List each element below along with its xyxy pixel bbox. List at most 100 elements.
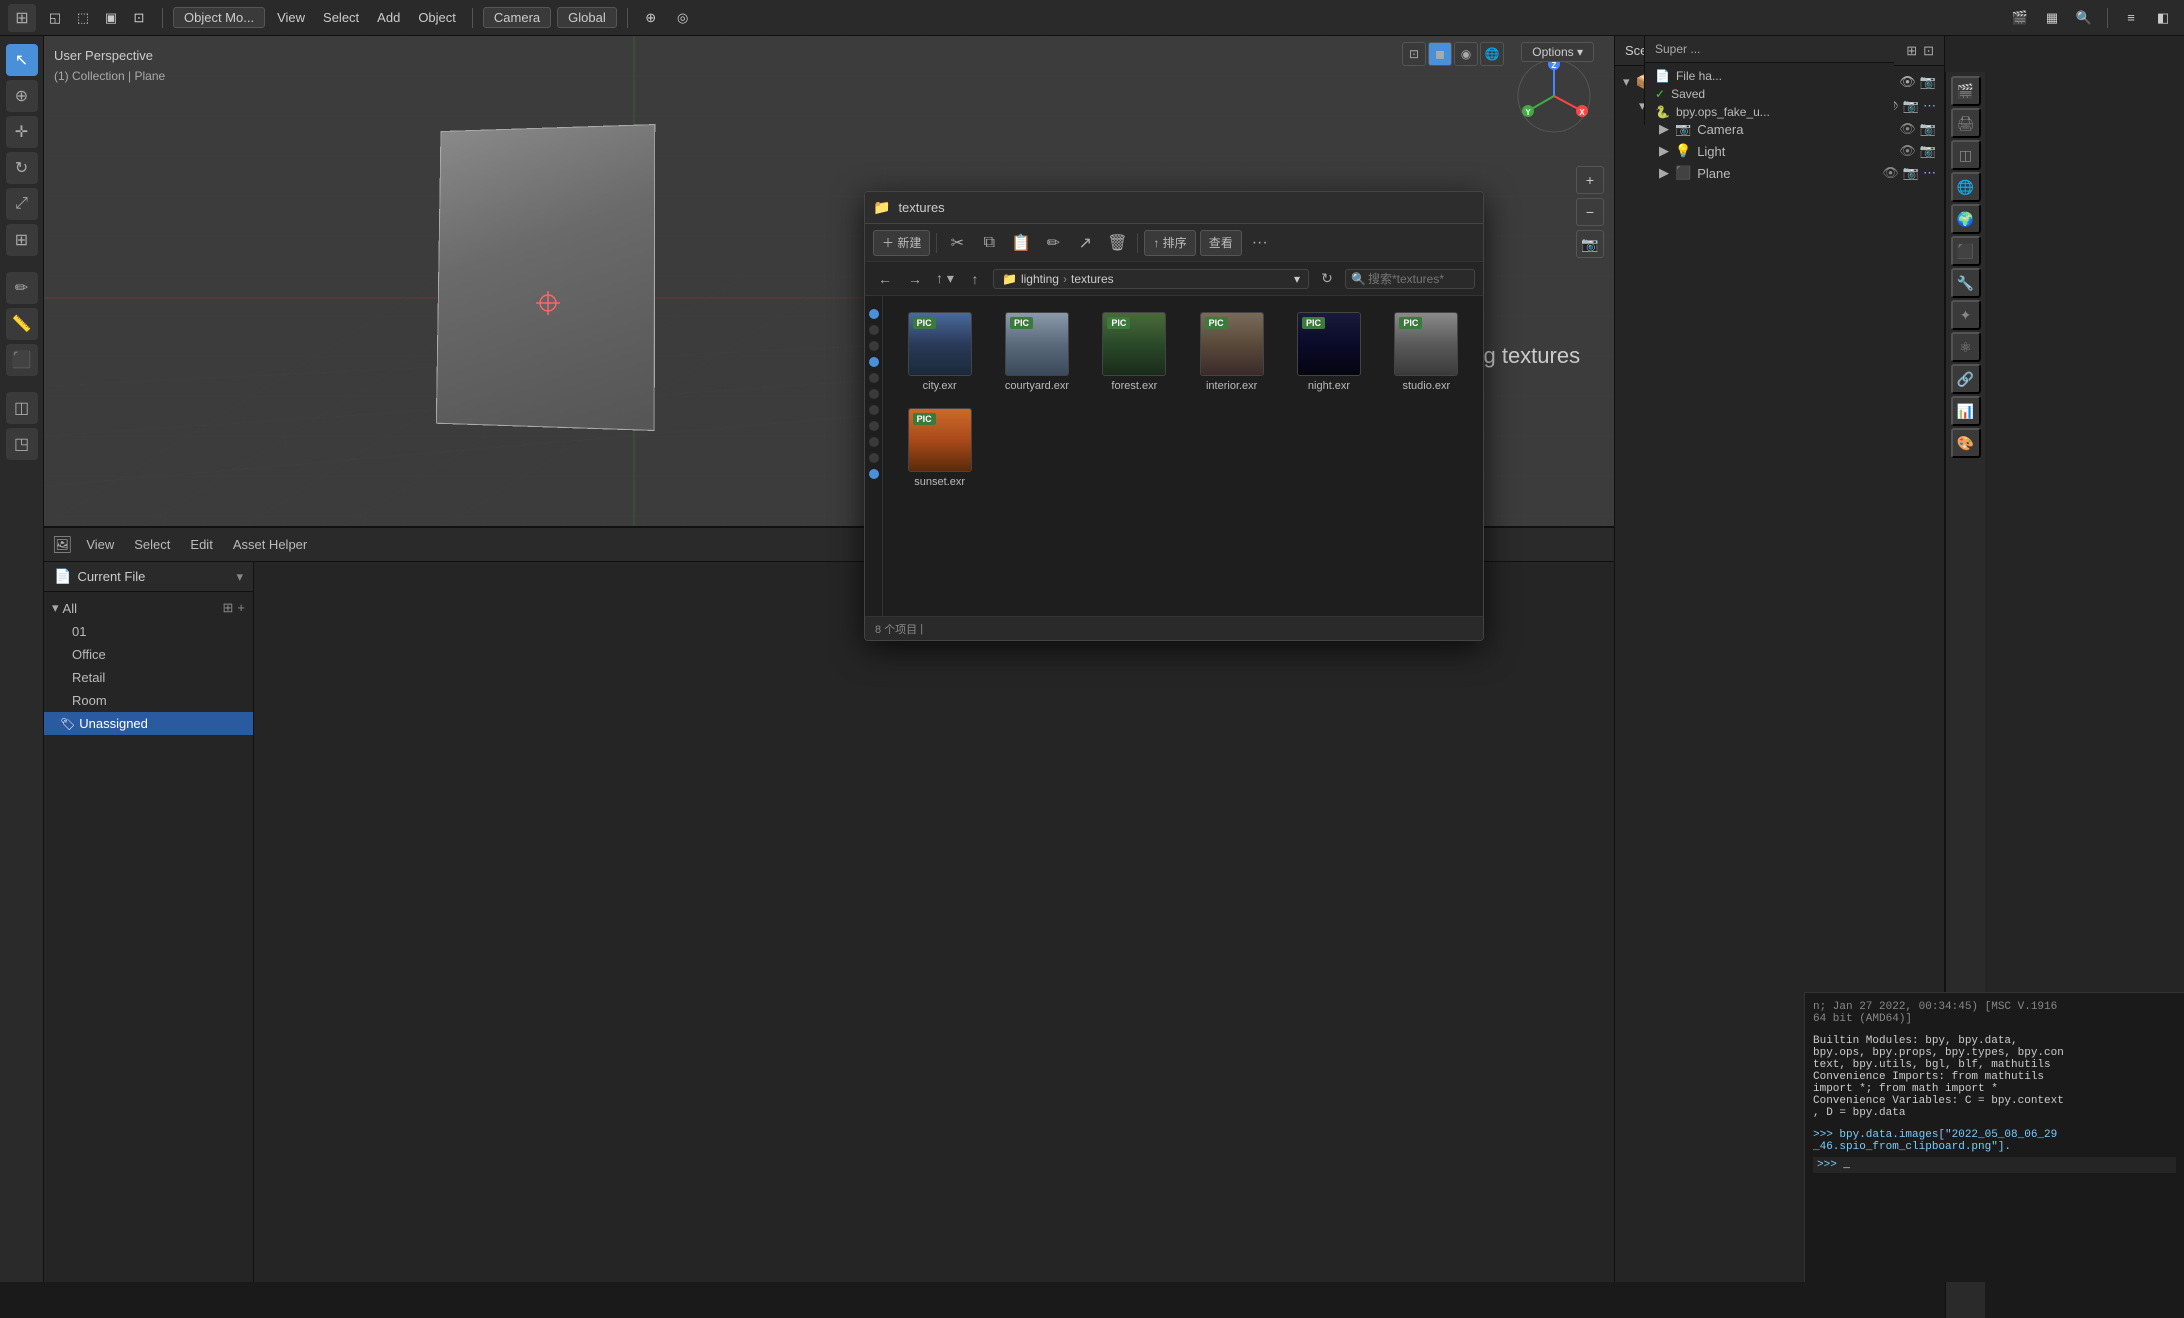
fm-more-btn[interactable]: ··· — [1246, 229, 1274, 257]
select-tool[interactable]: ↖ — [6, 44, 38, 76]
wireframe-btn[interactable]: ⊡ — [1402, 42, 1426, 66]
axis-gizmo[interactable]: Z X Y — [1514, 56, 1594, 136]
fm-forward-btn[interactable]: → — [903, 267, 927, 291]
file-studio[interactable]: PIC studio.exr — [1382, 308, 1471, 396]
eye-icon[interactable]: 👁 — [1899, 74, 1916, 90]
fm-view-btn[interactable]: 查看 — [1200, 230, 1242, 256]
proportional-icon[interactable]: ◎ — [670, 5, 696, 31]
material-btn[interactable]: ◉ — [1454, 42, 1478, 66]
file-city[interactable]: PIC city.exr — [895, 308, 984, 396]
fm-parent-up-btn[interactable]: ↑ — [963, 267, 987, 291]
transform-tool[interactable]: ⊞ — [6, 224, 38, 256]
icon-btn-2[interactable]: ⬚ — [70, 5, 96, 31]
viewport-options-btn[interactable]: Options ▾ — [1521, 42, 1594, 62]
object-menu[interactable]: Object — [412, 8, 462, 27]
camera-dropdown[interactable]: Camera — [483, 7, 551, 28]
move-tool[interactable]: ✛ — [6, 116, 38, 148]
file-sunset[interactable]: PIC sunset.exr — [895, 404, 984, 492]
particles-icon[interactable]: ✦ — [1951, 300, 1981, 330]
obj-props-icon[interactable]: ⬛ — [1951, 236, 1981, 266]
zoom-in-btn[interactable]: + — [1576, 166, 1604, 194]
output-props-icon[interactable]: 🖨 — [1951, 108, 1981, 138]
select-btn[interactable]: Select — [128, 535, 176, 554]
render-preview-btn[interactable]: 🌐 — [1480, 42, 1504, 66]
view-layer-icon[interactable]: ◫ — [1951, 140, 1981, 170]
select-menu[interactable]: Select — [317, 8, 365, 27]
camera-view-btn[interactable]: 📷 — [1576, 230, 1604, 258]
fm-back-btn[interactable]: ← — [873, 267, 897, 291]
fm-copy-icon[interactable]: ⧉ — [975, 229, 1003, 257]
fm-delete-icon[interactable]: 🗑 — [1103, 229, 1131, 257]
zoom-out-btn[interactable]: − — [1576, 198, 1604, 226]
edit-btn[interactable]: Edit — [184, 535, 218, 554]
fm-up-btn[interactable]: ↑ ▾ — [933, 267, 957, 291]
tree-expand-icon[interactable]: ⊞ — [223, 600, 234, 616]
file-interior[interactable]: PIC interior.exr — [1187, 308, 1276, 396]
console-input[interactable]: >>> _ — [1813, 1157, 2176, 1173]
solid-btn active[interactable]: ◼ — [1428, 42, 1452, 66]
file-courtyard[interactable]: PIC courtyard.exr — [992, 308, 1081, 396]
scene-props-icon[interactable]: 🌐 — [1951, 172, 1981, 202]
fm-rename-icon[interactable]: ✏ — [1039, 229, 1067, 257]
filter-icon[interactable]: ⊞ — [1906, 43, 1917, 59]
scale-tool[interactable]: ⤢ — [6, 188, 38, 220]
cam-icon[interactable]: 📷 — [1920, 74, 1936, 90]
icon-btn-3[interactable]: ▣ — [98, 5, 124, 31]
view-btn[interactable]: View — [80, 535, 120, 554]
tree-item-unassigned[interactable]: 🏷 Unassigned — [44, 712, 253, 735]
icon-btn-1[interactable]: ◱ — [42, 5, 68, 31]
extrude-tool[interactable]: ◫ — [6, 392, 38, 424]
path-dropdown-icon[interactable]: ▾ — [1294, 272, 1300, 286]
cam-eye[interactable]: 👁 — [1899, 121, 1916, 137]
snap-icon[interactable]: ⊕ — [638, 5, 664, 31]
tree-add-icon[interactable]: + — [237, 600, 245, 616]
light-cam[interactable]: 📷 — [1920, 143, 1936, 159]
sort-icon[interactable]: ⊡ — [1923, 43, 1934, 59]
measure-tool[interactable]: 📏 — [6, 308, 38, 340]
view-menu[interactable]: View — [271, 8, 311, 27]
light-eye[interactable]: 👁 — [1899, 143, 1916, 159]
cursor-tool[interactable]: ⊕ — [6, 80, 38, 112]
physics-icon[interactable]: ⚛ — [1951, 332, 1981, 362]
tree-item-01[interactable]: 01 — [44, 620, 253, 643]
file-night[interactable]: PIC night.exr — [1284, 308, 1373, 396]
file-forest[interactable]: PIC forest.exr — [1090, 308, 1179, 396]
plane-cam[interactable]: 📷 — [1903, 165, 1919, 181]
annotate-tool[interactable]: ✏ — [6, 272, 38, 304]
mode-dropdown[interactable]: Object Mo... — [173, 7, 265, 28]
tree-item-retail[interactable]: Retail — [44, 666, 253, 689]
right-panel-1[interactable]: ≡ — [2118, 5, 2144, 31]
world-props-icon[interactable]: 🌍 — [1951, 204, 1981, 234]
modifier-props-icon[interactable]: 🔧 — [1951, 268, 1981, 298]
render-icon[interactable]: 🎬 — [2007, 5, 2033, 31]
constraints-icon[interactable]: 🔗 — [1951, 364, 1981, 394]
add-cube-tool[interactable]: ⬛ — [6, 344, 38, 376]
fm-cut-icon[interactable]: ✂ — [943, 229, 971, 257]
add-menu[interactable]: Add — [371, 8, 406, 27]
inset-tool[interactable]: ◳ — [6, 428, 38, 460]
search-icon[interactable]: 🔍 — [2071, 5, 2097, 31]
render-props-icon[interactable]: 🎬 — [1951, 76, 1981, 106]
col-cam[interactable]: 📷 — [1903, 98, 1919, 114]
tree-item-office[interactable]: Office — [44, 643, 253, 666]
cam-cam2[interactable]: 📷 — [1920, 121, 1936, 137]
data-props-icon[interactable]: 📊 — [1951, 396, 1981, 426]
plane-eye[interactable]: 👁 — [1882, 165, 1899, 181]
global-dropdown[interactable]: Global — [557, 7, 617, 28]
icon-btn-4[interactable]: ⊡ — [126, 5, 152, 31]
options-btn[interactable]: Options ▾ — [1521, 42, 1594, 62]
fm-share-icon[interactable]: ↗ — [1071, 229, 1099, 257]
rotate-tool[interactable]: ↻ — [6, 152, 38, 184]
plane-dots[interactable]: ⋯ — [1923, 165, 1936, 181]
material-props-icon[interactable]: 🎨 — [1951, 428, 1981, 458]
tree-item-room[interactable]: Room — [44, 689, 253, 712]
tree-all[interactable]: ▾ All ⊞ + — [44, 596, 253, 620]
fm-new-btn[interactable]: ＋ 新建 — [873, 230, 930, 256]
editor-type-icon[interactable]: ▦ — [2039, 5, 2065, 31]
current-file-dropdown[interactable]: ▾ — [236, 569, 243, 585]
fm-refresh-btn[interactable]: ↻ — [1315, 267, 1339, 291]
right-panel-2[interactable]: ◧ — [2150, 5, 2176, 31]
asset-helper-btn[interactable]: Asset Helper — [227, 535, 313, 554]
fm-sort-btn[interactable]: ↑ 排序 — [1144, 230, 1195, 256]
col-dots[interactable]: ⋯ — [1923, 98, 1936, 114]
